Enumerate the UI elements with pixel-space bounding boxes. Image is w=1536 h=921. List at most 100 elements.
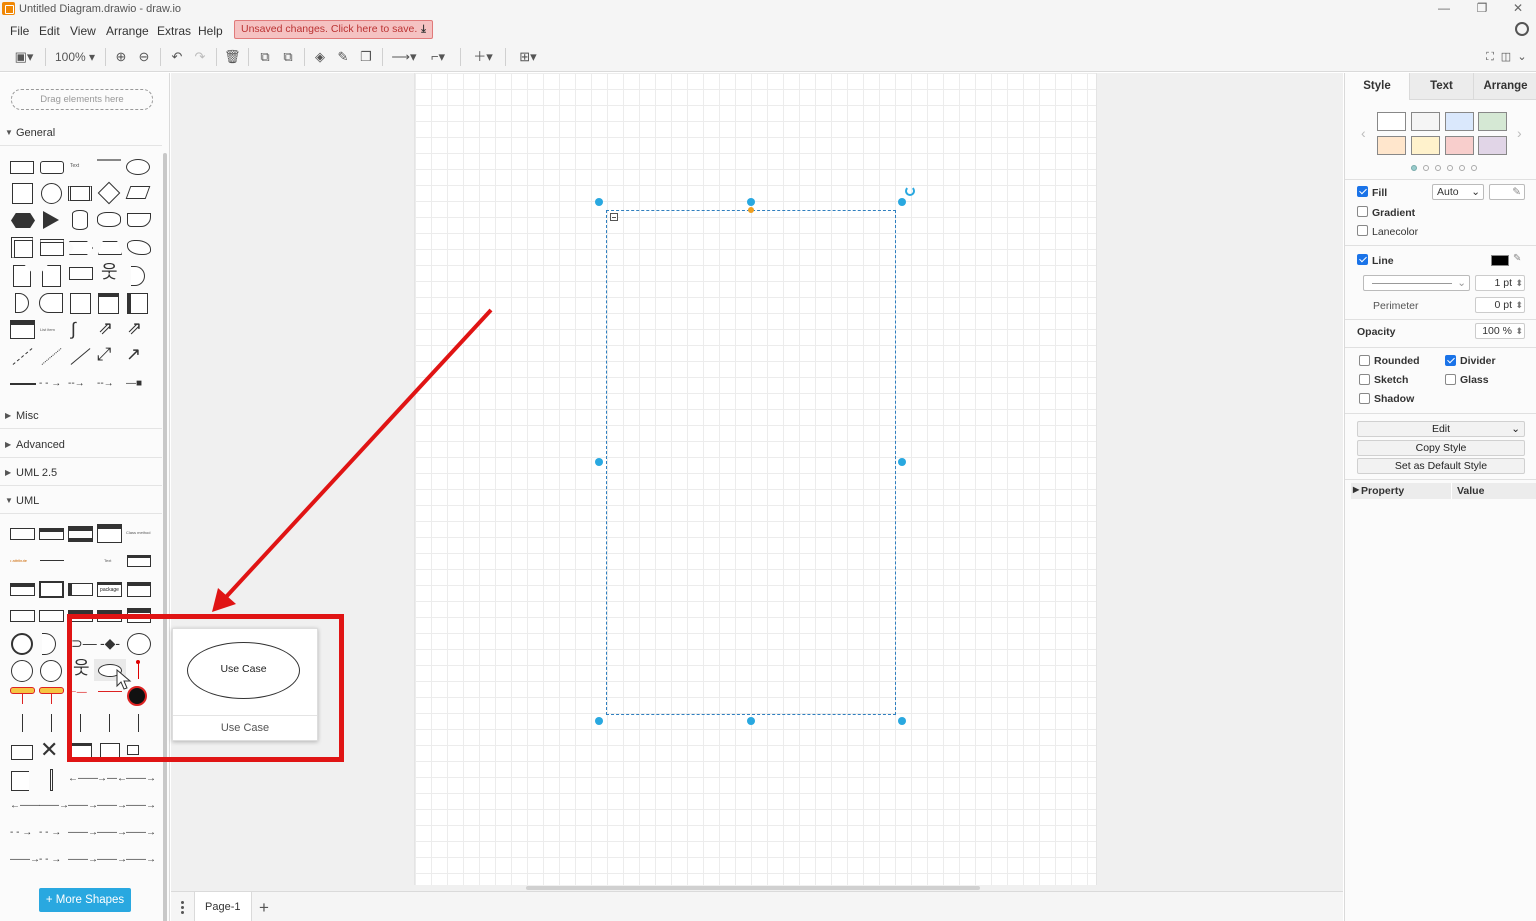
style-page-dot[interactable] xyxy=(1423,165,1429,171)
glass-checkbox[interactable] xyxy=(1445,374,1456,385)
format-panel-toggle-icon[interactable]: ▣▾ xyxy=(10,50,38,64)
insert-icon[interactable]: ＋▾ xyxy=(469,50,497,64)
fill-color-picker[interactable]: ✎ xyxy=(1489,184,1525,200)
style-swatch-7[interactable] xyxy=(1445,136,1474,155)
shape-bidirectional-arrow[interactable]: ⇗ xyxy=(98,318,113,338)
uml-shape-msg-11[interactable]: ——→ xyxy=(68,827,98,838)
theme-toggle-icon[interactable] xyxy=(1515,22,1529,36)
shape-circle[interactable] xyxy=(41,183,62,204)
table-icon[interactable]: ⊞▾ xyxy=(514,50,542,64)
selected-lane[interactable] xyxy=(606,210,896,715)
line-pattern-select[interactable]: ⌄ xyxy=(1363,275,1470,291)
uml-shape-msg-10[interactable]: - - → xyxy=(39,827,61,838)
resize-handle-ne[interactable] xyxy=(898,198,906,206)
undo-icon[interactable]: ↶ xyxy=(169,50,185,64)
shape-bidirectional-connector[interactable]: ⤢ xyxy=(97,344,111,364)
page-tab[interactable]: Page-1 ⌃ xyxy=(194,892,252,921)
shape-link-arrow-2[interactable]: --→ xyxy=(68,378,85,389)
resize-handle-n[interactable] xyxy=(747,198,755,206)
menu-help[interactable]: Help xyxy=(198,24,223,38)
fill-checkbox[interactable] xyxy=(1357,186,1368,197)
uml-shape-destroy[interactable]: ✕ xyxy=(40,738,58,762)
uml-shape-artifact[interactable] xyxy=(10,610,35,622)
uml-shape-class[interactable] xyxy=(39,528,64,540)
menu-edit[interactable]: Edit xyxy=(39,24,60,38)
uml-shape-separator[interactable] xyxy=(40,560,64,561)
caret-right-icon[interactable]: ▶ xyxy=(1353,485,1359,494)
add-page-icon[interactable]: + xyxy=(259,898,269,918)
shape-directional-connector[interactable]: ↗ xyxy=(126,344,141,364)
section-uml25[interactable]: ▶ UML 2.5 xyxy=(0,460,162,486)
tab-style[interactable]: Style xyxy=(1345,73,1409,100)
shape-cylinder[interactable] xyxy=(72,210,88,230)
uml-shape-msg-18[interactable]: ——→ xyxy=(126,854,156,865)
zoom-out-icon[interactable]: ⊖ xyxy=(136,50,152,64)
shape-actor[interactable]: 웃 xyxy=(101,263,118,281)
menu-view[interactable]: View xyxy=(70,24,96,38)
shape-swimlane[interactable] xyxy=(98,293,119,314)
fullscreen-icon[interactable]: ⛶ xyxy=(1484,50,1496,64)
close-button[interactable]: ✕ xyxy=(1508,1,1528,15)
shape-list-item[interactable]: List item xyxy=(40,327,55,332)
line-checkbox[interactable] xyxy=(1357,254,1368,265)
section-misc[interactable]: ▶ Misc xyxy=(0,403,162,429)
unsaved-changes-button[interactable]: Unsaved changes. Click here to save. ⤓ xyxy=(234,20,433,39)
style-swatch-4[interactable] xyxy=(1478,112,1507,131)
shape-heading[interactable] xyxy=(97,159,121,175)
lanecolor-checkbox[interactable] xyxy=(1357,225,1368,236)
uml-shape-component[interactable] xyxy=(10,583,35,596)
to-front-icon[interactable]: ⧉ xyxy=(257,50,273,64)
shape-cube[interactable] xyxy=(40,239,64,256)
menu-extras[interactable]: Extras xyxy=(157,24,191,38)
maximize-button[interactable]: ❐ xyxy=(1472,1,1492,15)
resize-handle-sw[interactable] xyxy=(595,717,603,725)
uml-shape-state[interactable] xyxy=(11,633,33,655)
shape-rectangle[interactable] xyxy=(10,161,34,174)
delete-icon[interactable]: 🗑 xyxy=(224,50,241,64)
uml-shape-boundary[interactable] xyxy=(39,610,64,622)
shape-step[interactable] xyxy=(69,241,93,255)
shape-display[interactable] xyxy=(39,293,63,313)
gradient-checkbox[interactable] xyxy=(1357,206,1368,217)
uml-shape-activation[interactable] xyxy=(10,687,35,694)
style-page-dot[interactable] xyxy=(1435,165,1441,171)
shape-container[interactable] xyxy=(70,293,91,314)
shape-diamond[interactable] xyxy=(97,181,121,205)
uml-shape-attribute[interactable]: • attribute xyxy=(10,558,27,563)
tab-arrange[interactable]: Arrange xyxy=(1473,73,1536,100)
opacity-input[interactable]: 100 % xyxy=(1475,323,1525,339)
diagram-canvas[interactable] xyxy=(171,73,1343,891)
uml-shape-bracket[interactable] xyxy=(11,771,29,791)
uml-shape-msg-7[interactable]: ——→ xyxy=(97,800,127,811)
shape-dotted-line[interactable] xyxy=(41,348,62,365)
uml-shape-note[interactable] xyxy=(127,582,151,597)
collapse-lane-icon[interactable] xyxy=(610,213,618,221)
shape-process[interactable] xyxy=(68,186,92,201)
shadow-icon[interactable]: ❐ xyxy=(358,50,374,64)
uml-shape-msg-13[interactable]: ——→ xyxy=(126,827,156,838)
resize-handle-w[interactable] xyxy=(595,458,603,466)
uml-shape-class-full[interactable] xyxy=(97,524,122,543)
edit-style-button[interactable]: Edit ⌄ xyxy=(1357,421,1525,437)
rounded-checkbox[interactable] xyxy=(1359,355,1370,366)
to-back-icon[interactable]: ⧉ xyxy=(280,50,296,64)
uml-shape-label[interactable]: Class method xyxy=(126,530,150,535)
eyedropper-icon[interactable]: ✎ xyxy=(1513,253,1521,264)
more-shapes-button[interactable]: + More Shapes xyxy=(39,888,131,912)
style-swatch-3[interactable] xyxy=(1445,112,1474,131)
page-menu-icon[interactable] xyxy=(181,901,184,914)
shape-note[interactable] xyxy=(13,265,31,287)
lane-size-handle[interactable] xyxy=(748,207,754,213)
resize-handle-se[interactable] xyxy=(898,717,906,725)
chevron-left-icon[interactable]: ‹ xyxy=(1361,125,1366,141)
scratchpad-dropzone[interactable]: Drag elements here xyxy=(11,89,153,110)
uml-shape-msg-17[interactable]: ——→ xyxy=(97,854,127,865)
uml-shape-required-interface[interactable] xyxy=(42,633,56,655)
uml-shape-entity-circle[interactable] xyxy=(11,660,33,682)
uml-shape-msg-5[interactable]: ——→ xyxy=(39,800,69,811)
style-page-dot[interactable] xyxy=(1471,165,1477,171)
uml-shape-msg-14[interactable]: ——→ xyxy=(10,854,40,865)
uml-shape-msg-8[interactable]: ——→ xyxy=(126,800,156,811)
shape-parallelogram[interactable] xyxy=(125,186,151,199)
chevron-right-icon[interactable]: › xyxy=(1517,125,1522,141)
